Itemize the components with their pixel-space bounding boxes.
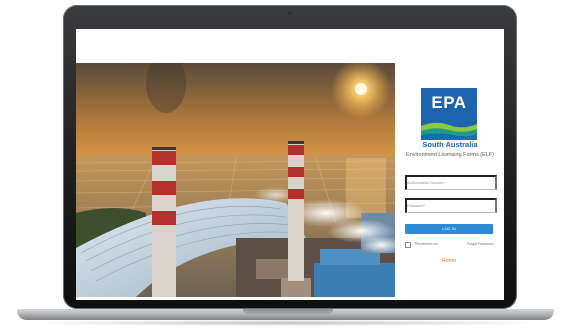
laptop-mockup: EPA South Australia Environment Licensin… <box>0 0 571 334</box>
brand-subtitle: South Australia <box>422 140 478 149</box>
laptop-lid: EPA South Australia Environment Licensin… <box>63 5 517 309</box>
camera-icon <box>288 11 292 15</box>
password-input[interactable] <box>405 198 497 213</box>
forgot-password-link[interactable]: Forgot Password <box>467 242 493 246</box>
login-button[interactable]: LOG IN <box>405 224 493 234</box>
hero-image <box>76 63 395 297</box>
laptop-shadow <box>40 320 531 326</box>
app-title: Environment Licensing Forms (ELF) <box>405 152 495 158</box>
remember-me-label: Remember me <box>415 242 439 246</box>
laptop-notch <box>243 309 333 314</box>
epa-logo: EPA <box>421 88 477 140</box>
remember-me-checkbox[interactable] <box>405 242 411 248</box>
login-page: EPA South Australia Environment Licensin… <box>76 29 504 300</box>
home-link[interactable]: Home <box>421 258 477 264</box>
logo-landscape-icon <box>421 122 477 140</box>
login-panel: EPA South Australia Environment Licensin… <box>395 29 504 300</box>
authorisation-number-input[interactable] <box>405 175 497 190</box>
logo-text: EPA <box>431 93 467 112</box>
